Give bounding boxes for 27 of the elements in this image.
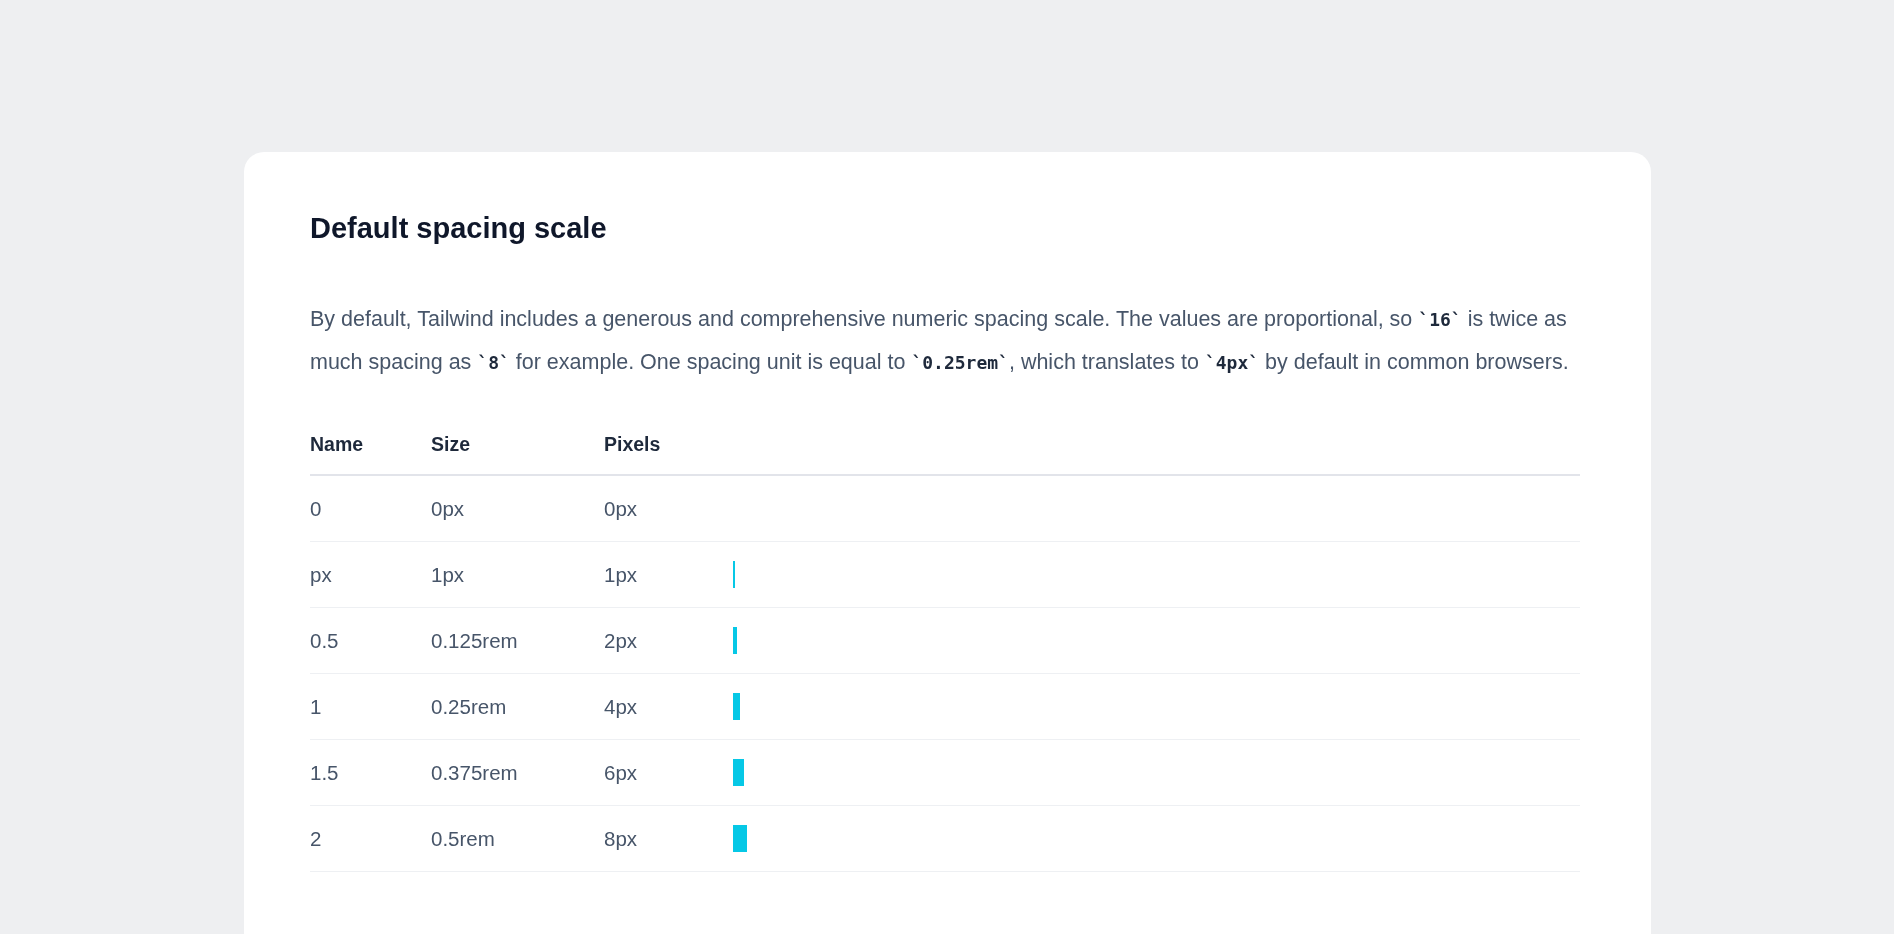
table-cell-text: 4px (604, 694, 639, 719)
spacing-bar (733, 825, 748, 852)
table-cell-text: 8px (604, 826, 639, 851)
table-cell-text: 0px (431, 496, 466, 521)
description-paragraph: By default, Tailwind includes a generous and comprehensive numeric spacing scale. The values are proportional, so `16` is twice as much spacing as `8` for example. One spacing unit is equal to `0.25rem`, which translates to `4px` by default in common browsers. (310, 306, 1570, 376)
table-cell-text: 2px (604, 628, 639, 653)
table-cell-text: 1px (431, 562, 466, 587)
table-cell-text: 0.125rem (431, 628, 519, 653)
table-cell-text: 1 (310, 694, 323, 719)
spacing-bar (733, 759, 744, 786)
spacing-bar (733, 627, 737, 654)
table-cell-text: 0.5rem (431, 826, 496, 851)
table-cell-text: 0 (310, 496, 323, 521)
column-header: Name (310, 432, 365, 456)
spacing-bar (733, 693, 741, 720)
table-cell-text: 0.375rem (431, 760, 519, 785)
table-cell-text: px (310, 562, 333, 587)
table-cell-text: 0.25rem (431, 694, 508, 719)
table-cell-text: 1px (604, 562, 639, 587)
table-cell-text: 6px (604, 760, 639, 785)
table-cell-text: 1.5 (310, 760, 340, 785)
table-cell-text: 0px (604, 496, 639, 521)
column-header: Size (431, 432, 472, 456)
column-header: Pixels (604, 432, 662, 456)
section-title: Default spacing scale (310, 211, 608, 246)
table-cell-text: 2 (310, 826, 323, 851)
table-cell-text: 0.5 (310, 628, 340, 653)
